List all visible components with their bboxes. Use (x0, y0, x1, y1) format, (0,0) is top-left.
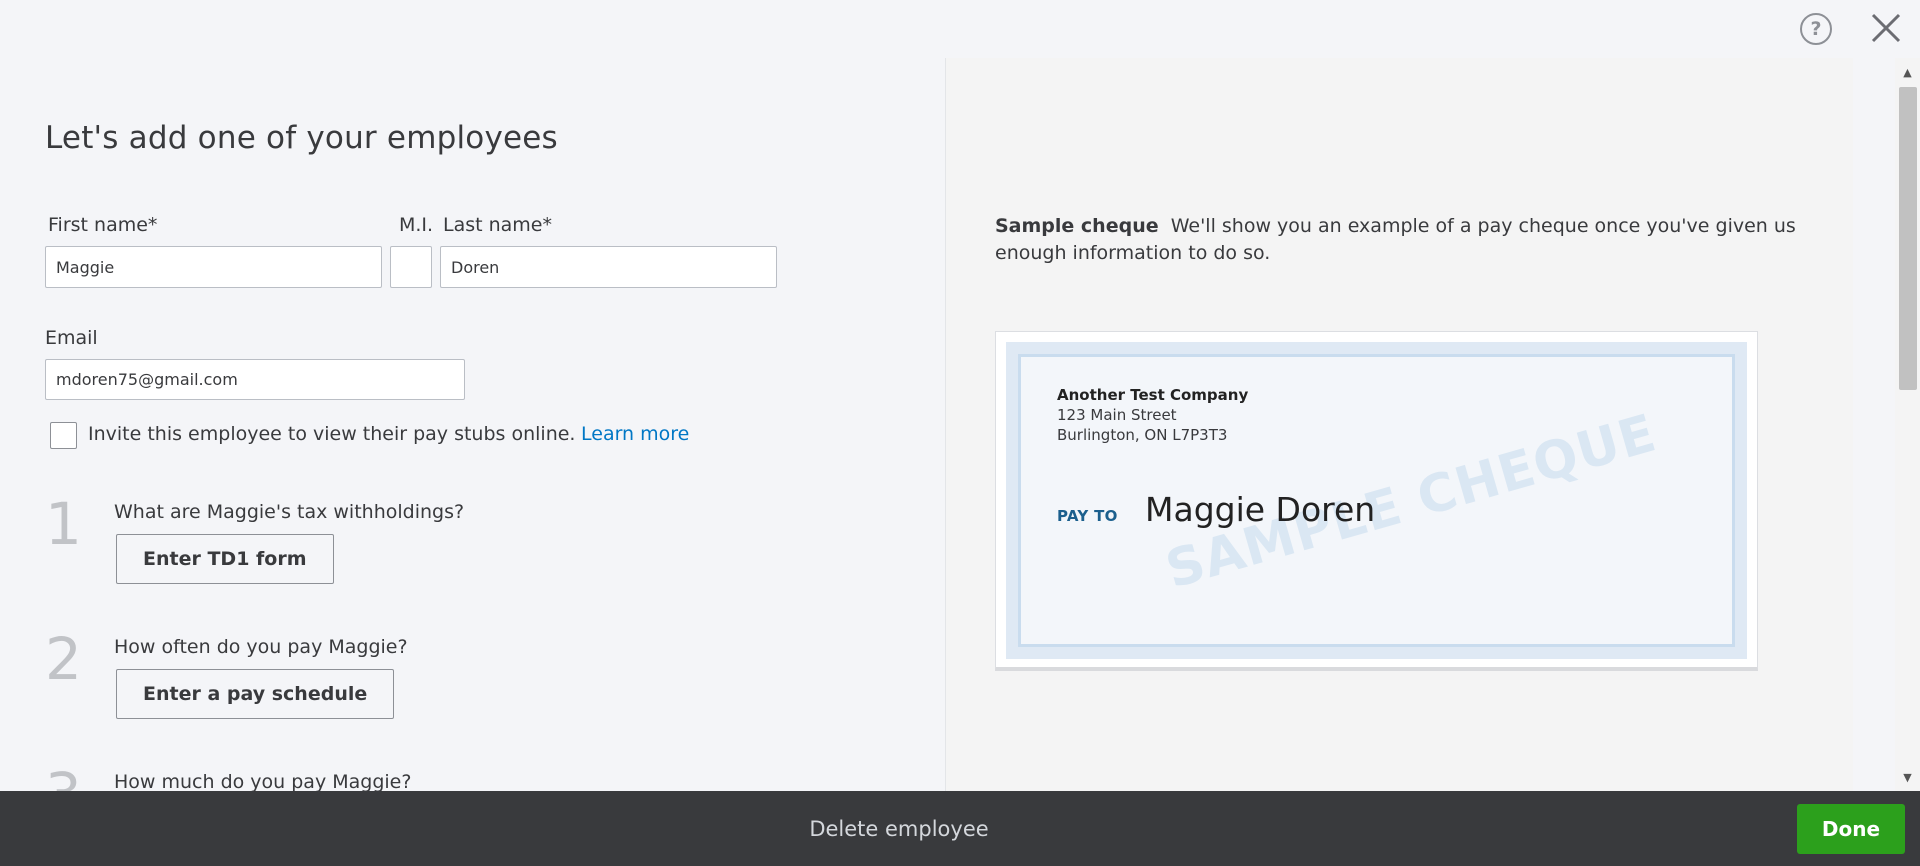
delete-employee-button[interactable]: Delete employee (760, 791, 1038, 866)
close-icon[interactable] (1868, 10, 1904, 46)
email-field[interactable] (45, 359, 465, 400)
done-button[interactable]: Done (1797, 804, 1905, 854)
sample-cheque: SAMPLE CHEQUE Another Test Company 123 M… (995, 331, 1758, 671)
enter-pay-schedule-button[interactable]: Enter a pay schedule (116, 669, 395, 719)
page-title: Let's add one of your employees (45, 120, 558, 156)
email-label: Email (45, 327, 98, 349)
sample-cheque-description: Sample cheque We'll show you an example … (995, 213, 1815, 267)
vertical-scrollbar[interactable]: ▲ ▼ (1895, 58, 1920, 791)
scrollbar-thumb[interactable] (1899, 87, 1917, 390)
last-name-label: Last name* (443, 214, 552, 236)
help-icon[interactable]: ? (1800, 13, 1832, 45)
scroll-up-arrow-icon[interactable]: ▲ (1895, 62, 1920, 82)
middle-initial-label: M.I. (399, 214, 434, 236)
company-name: Another Test Company (1057, 386, 1249, 404)
step-question: What are Maggie's tax withholdings? (114, 501, 465, 523)
first-name-field[interactable] (45, 246, 382, 288)
invite-checkbox[interactable] (50, 422, 77, 449)
step-number: 1 (45, 490, 82, 558)
step-question: How much do you pay Maggie? (114, 771, 412, 791)
sample-cheque-heading: Sample cheque (995, 215, 1159, 237)
learn-more-link[interactable]: Learn more (581, 423, 689, 445)
scroll-down-arrow-icon[interactable]: ▼ (1895, 767, 1920, 787)
employee-form-panel: Let's add one of your employees First na… (0, 58, 945, 791)
payee-name: Maggie Doren (1145, 490, 1376, 529)
first-name-label: First name* (48, 214, 158, 236)
company-address-line2: Burlington, ON L7P3T3 (1057, 426, 1228, 444)
enter-td1-form-button[interactable]: Enter TD1 form (116, 534, 334, 584)
middle-initial-field[interactable] (390, 246, 432, 288)
company-address-line1: 123 Main Street (1057, 406, 1177, 424)
footer-bar: Delete employee Done (0, 791, 1920, 866)
step-number: 2 (45, 625, 82, 693)
step-question: How often do you pay Maggie? (114, 636, 408, 658)
cheque-body: SAMPLE CHEQUE Another Test Company 123 M… (1006, 342, 1747, 659)
step-number: 3 (45, 760, 82, 791)
invite-label: Invite this employee to view their pay s… (88, 423, 576, 445)
pay-to-label: PAY TO (1057, 507, 1118, 525)
last-name-field[interactable] (440, 246, 777, 288)
sample-cheque-panel: Sample cheque We'll show you an example … (945, 58, 1853, 791)
